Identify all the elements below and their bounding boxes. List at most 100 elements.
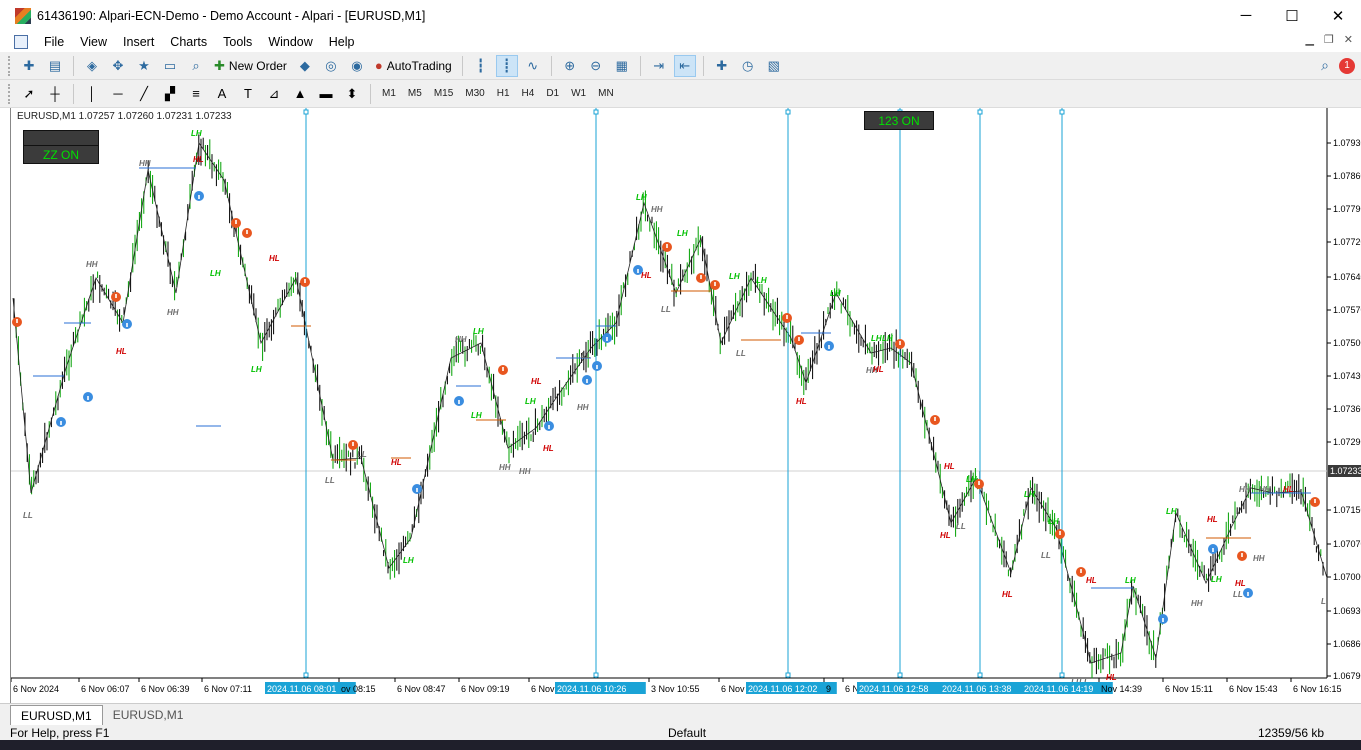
time-label: 6 Nov bbox=[531, 684, 555, 694]
swing-label: LL bbox=[1233, 590, 1243, 599]
swing-label: HL bbox=[269, 254, 280, 263]
minimize-button[interactable]: ─ bbox=[1223, 0, 1269, 31]
templates-icon[interactable]: ▧ bbox=[763, 55, 785, 77]
metaeditor-icon[interactable]: ◆ bbox=[294, 55, 316, 77]
swing-label: HL bbox=[944, 462, 955, 471]
marker-time-label: 2024.11.06 13:38 bbox=[942, 684, 1011, 694]
mdi-close-icon[interactable]: ✕ bbox=[1344, 33, 1353, 46]
marker-time-label: 2024.11.06 12:02 bbox=[748, 684, 817, 694]
trendline-icon[interactable]: ╱ bbox=[133, 83, 155, 105]
close-button[interactable]: ✕ bbox=[1315, 0, 1361, 31]
time-label: 6 Nov 08:47 bbox=[397, 684, 446, 694]
chart-tab[interactable]: EURUSD,M1 bbox=[103, 705, 194, 725]
chart-window[interactable]: 1.07930 1.07860 1.07790 1.07720 1.07640 1.075… bbox=[10, 108, 1361, 703]
toolbar-grip[interactable] bbox=[8, 83, 12, 104]
break-marker-glyph bbox=[126, 323, 128, 327]
maximize-button[interactable]: ☐ bbox=[1269, 0, 1315, 31]
toolbar-grip[interactable] bbox=[8, 55, 12, 76]
vertical-line-icon[interactable]: │ bbox=[81, 83, 103, 105]
fibonacci-icon[interactable]: ≡ bbox=[185, 83, 207, 105]
timeframe-w1[interactable]: W1 bbox=[565, 84, 592, 104]
menu-insert[interactable]: Insert bbox=[115, 35, 162, 49]
crosshair-icon[interactable]: ┼ bbox=[44, 83, 66, 105]
zoom-out-icon[interactable]: ⊖ bbox=[585, 55, 607, 77]
menu-tools[interactable]: Tools bbox=[215, 35, 260, 49]
break-marker-glyph bbox=[352, 442, 354, 446]
text-label-icon[interactable]: T bbox=[237, 83, 259, 105]
profiles-icon[interactable]: ▤ bbox=[44, 55, 66, 77]
timeframe-d1[interactable]: D1 bbox=[540, 84, 565, 104]
timeframe-m30[interactable]: M30 bbox=[459, 84, 490, 104]
triangle-icon[interactable]: ▲ bbox=[289, 83, 311, 105]
break-marker-glyph bbox=[458, 400, 460, 404]
candlestick-icon[interactable]: ┋ bbox=[495, 54, 518, 77]
menu-help[interactable]: Help bbox=[321, 35, 363, 49]
time-label: 6 Nov 15:11 bbox=[1165, 684, 1213, 694]
timeframe-m15[interactable]: M15 bbox=[428, 84, 459, 104]
text-icon[interactable]: A bbox=[211, 83, 233, 105]
timeframe-h4[interactable]: H4 bbox=[516, 84, 541, 104]
timeframe-mn[interactable]: MN bbox=[592, 84, 620, 104]
swing-label: HL bbox=[531, 377, 542, 386]
line-chart-icon[interactable]: ∿ bbox=[522, 55, 544, 77]
chart-tab[interactable]: EURUSD,M1 bbox=[10, 705, 103, 725]
time-label: 6 N bbox=[845, 684, 859, 694]
vps-icon[interactable]: ◉ bbox=[346, 55, 368, 77]
indicators-icon[interactable]: ✚ bbox=[711, 55, 733, 77]
123-toggle-button[interactable]: 123 ON bbox=[864, 111, 934, 130]
mdi-restore-icon[interactable]: ❐ bbox=[1324, 33, 1334, 46]
timeframe-m5[interactable]: M5 bbox=[402, 84, 428, 104]
cursor-icon[interactable]: ➚ bbox=[18, 83, 40, 105]
terminal-icon[interactable]: ▭ bbox=[159, 55, 181, 77]
break-marker-glyph bbox=[502, 367, 504, 371]
periods-icon[interactable]: ◷ bbox=[737, 55, 759, 77]
menu-window[interactable]: Window bbox=[260, 35, 320, 49]
signals-icon[interactable]: ◎ bbox=[320, 55, 342, 77]
swing-label: HL bbox=[641, 271, 652, 280]
price-label: 1.07360 bbox=[1333, 404, 1361, 414]
notification-badge[interactable]: 1 bbox=[1339, 57, 1355, 74]
swing-label: LH bbox=[871, 334, 882, 343]
new-chart-icon[interactable]: ✚ bbox=[18, 55, 40, 77]
autotrading-icon: ● bbox=[374, 58, 383, 73]
strategy-tester-icon[interactable]: ⌕ bbox=[185, 55, 207, 77]
swing-label: LL bbox=[956, 522, 966, 531]
horizontal-line-icon[interactable]: ─ bbox=[107, 83, 129, 105]
new-order-button[interactable]: ✚ New Order bbox=[209, 55, 292, 77]
shapes-icon[interactable]: ⊿ bbox=[263, 83, 285, 105]
menu-charts[interactable]: Charts bbox=[162, 35, 215, 49]
swing-label: HL bbox=[940, 531, 951, 540]
autotrading-button[interactable]: ● AutoTrading bbox=[370, 55, 457, 77]
mdi-minimize-icon[interactable]: ▁ bbox=[1305, 33, 1313, 46]
swing-label: HL bbox=[391, 458, 402, 467]
data-window-icon[interactable]: ✥ bbox=[107, 55, 129, 77]
swing-label: LH bbox=[1211, 575, 1222, 584]
swing-label: HH bbox=[1259, 485, 1271, 494]
bar-chart-icon[interactable]: ┇ bbox=[470, 55, 492, 77]
equidistant-channel-icon[interactable]: ▞ bbox=[159, 83, 181, 105]
break-marker-glyph bbox=[1241, 553, 1243, 557]
swing-label: LH bbox=[525, 397, 536, 406]
tile-windows-icon[interactable]: ▦ bbox=[611, 55, 633, 77]
vertical-marker-handle bbox=[593, 672, 599, 678]
swing-label: HH bbox=[519, 467, 531, 476]
menu-view[interactable]: View bbox=[72, 35, 115, 49]
timeframe-h1[interactable]: H1 bbox=[491, 84, 516, 104]
timeframe-m1[interactable]: M1 bbox=[376, 84, 402, 104]
chart-window-icon[interactable] bbox=[14, 34, 28, 49]
menu-bar: File View Insert Charts Tools Window Hel… bbox=[0, 31, 1361, 52]
navigator-icon[interactable]: ★ bbox=[133, 55, 155, 77]
price-label: 1.07500 bbox=[1333, 338, 1361, 348]
menu-file[interactable]: File bbox=[36, 35, 72, 49]
arrows-icon[interactable]: ⬍ bbox=[341, 83, 363, 105]
auto-scroll-icon[interactable]: ⇥ bbox=[648, 55, 670, 77]
price-chart[interactable]: 1.07930 1.07860 1.07790 1.07720 1.07640 1.075… bbox=[11, 108, 1361, 703]
zoom-in-icon[interactable]: ⊕ bbox=[559, 55, 581, 77]
market-watch-icon[interactable]: ◈ bbox=[81, 55, 103, 77]
zz-toggle-button[interactable]: ZZ ON bbox=[23, 130, 99, 164]
chart-shift-icon[interactable]: ⇤ bbox=[673, 54, 696, 77]
swing-label: LH bbox=[830, 289, 841, 298]
marker-time-label: 2024.11.06 14:19 bbox=[1024, 684, 1093, 694]
rectangle-icon[interactable]: ▬ bbox=[315, 83, 337, 105]
search-icon[interactable]: ⌕ bbox=[1321, 57, 1329, 74]
